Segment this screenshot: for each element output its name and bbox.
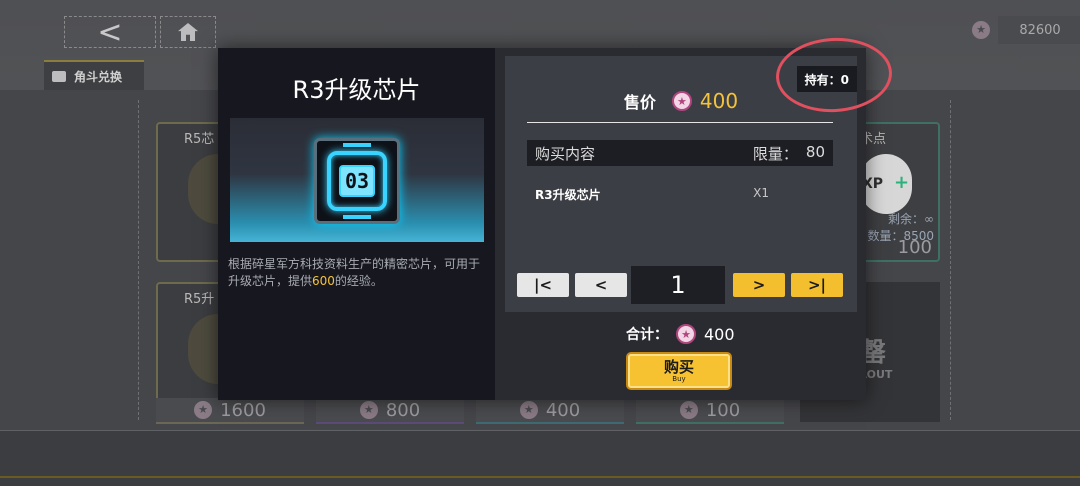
sale-price-row: 售价 ★ 400: [505, 88, 857, 114]
total-row: 合计： ★ 400: [626, 324, 735, 344]
purchase-content-row: R3升级芯片 X1: [527, 186, 833, 203]
chip-light-top: [343, 143, 371, 147]
item-name: R3升级芯片: [292, 76, 421, 104]
chip-icon: 03: [314, 138, 400, 224]
purchase-pane: 持有：0 售价 ★ 400 购买内容 限量： 80 R3升级芯片 X1 |< <…: [505, 56, 857, 312]
total-label: 合计：: [626, 327, 668, 343]
quantity-value[interactable]: 1: [631, 266, 725, 304]
price-value: 400: [545, 399, 581, 421]
buy-button-label: 购买: [663, 358, 694, 376]
purchase-dialog: R3升级芯片 03 根据碎星军方科技资料生产的精密芯片，可用于升级芯片，提供60…: [218, 48, 866, 400]
chip-level-label: 03: [338, 165, 376, 197]
purchase-limit: 限量： 80: [753, 143, 825, 164]
currency-display: 82600: [972, 16, 1080, 44]
description-text-end: 的经验。: [334, 274, 383, 288]
remaining-count: 剩余：∞: [888, 212, 934, 226]
star-gem-icon: [519, 401, 538, 419]
buy-button[interactable]: 购买 Buy: [628, 354, 730, 388]
back-arrow-icon: <: [97, 14, 123, 50]
sale-price-label: 售价: [623, 93, 656, 112]
tab-label: 角斗兑换: [74, 69, 123, 84]
shop-item-title: R5升: [184, 292, 215, 307]
shop-item-price: 100: [636, 398, 784, 424]
star-gem-icon: [972, 21, 990, 39]
shop-item-price: 1600: [156, 398, 304, 424]
price-value: 1600: [220, 399, 266, 421]
description-exp-value: 600: [312, 274, 335, 288]
chip-frame: 03: [327, 151, 387, 211]
shop-item-price: 800: [316, 398, 464, 424]
purchase-content-header: 购买内容 限量： 80: [527, 140, 833, 166]
limit-value: 80: [805, 142, 825, 161]
star-gem-icon: [359, 401, 378, 419]
content-item-qty: X1: [753, 186, 769, 200]
max-quantity-button[interactable]: >|: [791, 273, 843, 297]
shop-item-title: R5芯: [184, 132, 215, 147]
decrease-quantity-button[interactable]: <: [575, 273, 627, 297]
star-gem-icon: [194, 401, 213, 419]
home-button[interactable]: [160, 16, 216, 48]
price-value: 100: [897, 237, 932, 258]
chip-light-bottom: [343, 215, 371, 219]
quantity-stepper: |< < 1 > >|: [517, 266, 843, 304]
shop-item-price: 400: [476, 398, 624, 424]
shop-tab-icon: [52, 70, 66, 82]
total-value: 400: [704, 324, 735, 344]
currency-value: 82600: [998, 16, 1080, 44]
limit-label: 限量：: [752, 144, 798, 163]
item-description: 根据碎星军方科技资料生产的精密芯片，可用于升级芯片，提供600的经验。: [228, 256, 490, 290]
content-item-name: R3升级芯片: [535, 188, 601, 202]
min-quantity-button[interactable]: |<: [517, 273, 569, 297]
star-gem-icon: ★: [676, 324, 696, 344]
plus-icon: +: [894, 172, 910, 193]
item-info-pane: R3升级芯片 03 根据碎星军方科技资料生产的精密芯片，可用于升级芯片，提供60…: [218, 48, 495, 400]
divider-line: [950, 100, 951, 420]
increase-quantity-button[interactable]: >: [733, 273, 785, 297]
divider-line: [138, 100, 139, 420]
buy-button-sublabel: Buy: [672, 375, 686, 383]
price-value: 800: [385, 399, 421, 421]
star-gem-icon: ★: [671, 91, 692, 111]
bottom-accent-line: [0, 476, 1080, 478]
divider: [527, 122, 833, 123]
star-gem-icon: [679, 401, 698, 419]
tab-arena-exchange[interactable]: 角斗兑换: [44, 60, 144, 90]
purchase-content-label: 购买内容: [535, 144, 596, 163]
back-button[interactable]: <: [64, 14, 156, 50]
price-value: 100: [705, 399, 741, 421]
item-image: 03: [230, 118, 484, 242]
sale-price-value: 400: [699, 89, 739, 113]
home-icon: [178, 23, 198, 41]
